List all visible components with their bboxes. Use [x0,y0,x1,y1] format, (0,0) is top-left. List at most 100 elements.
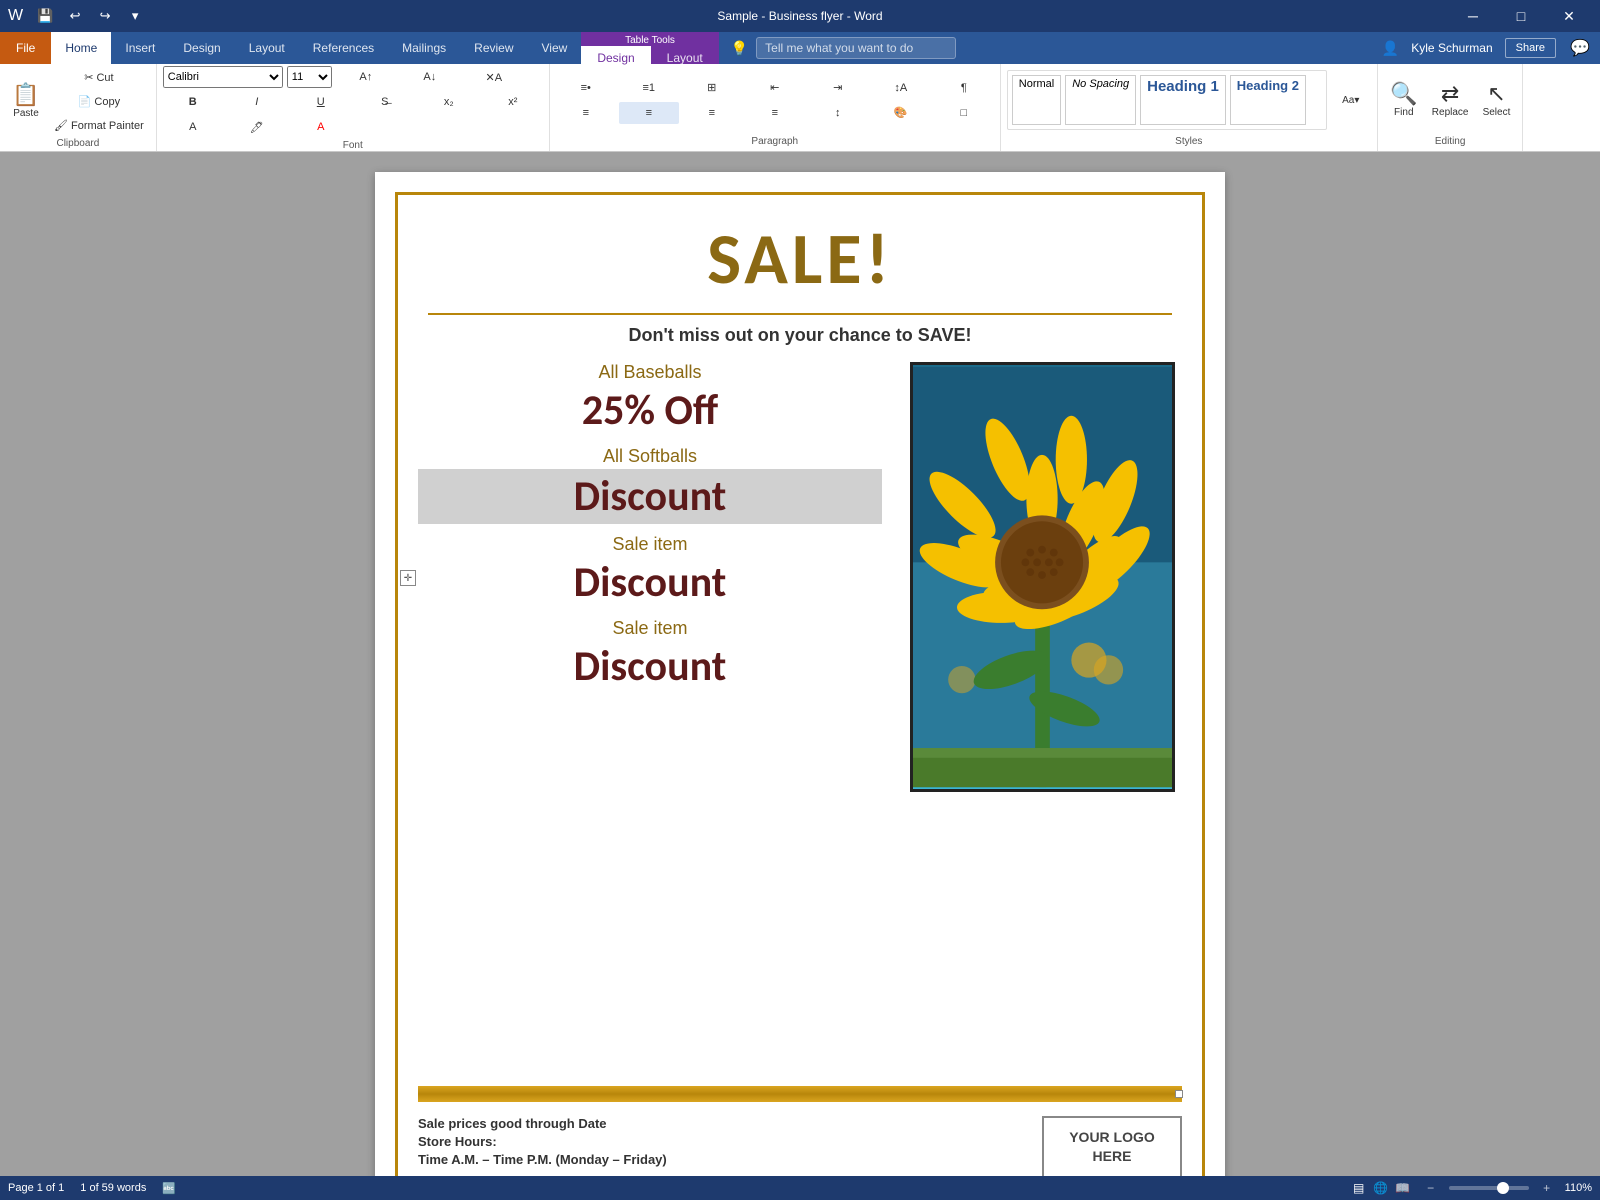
tab-review[interactable]: Review [460,32,527,64]
font-label: Font [163,138,543,153]
flyer-title[interactable]: SALE! [418,215,1182,303]
highlight-button[interactable]: 🖊 [227,116,287,138]
save-button[interactable]: 💾 [33,4,57,28]
find-button[interactable]: 🔍 Find [1384,66,1424,134]
web-layout-button[interactable]: 🌐 [1371,1178,1391,1198]
tab-home[interactable]: Home [51,32,111,64]
zoom-out-button[interactable]: − [1421,1178,1441,1198]
find-icon: 🔍 [1390,83,1417,105]
customize-qa-button[interactable]: ▾ [123,4,147,28]
tell-me-input[interactable] [756,37,956,59]
flyer-image-column [902,362,1182,1072]
paste-button[interactable]: 📋 Paste [6,67,46,135]
comments-button[interactable]: 💬 [1568,36,1592,60]
print-layout-button[interactable]: ▤ [1349,1178,1369,1198]
word-count[interactable]: 1 of 59 words [80,1182,146,1194]
format-painter-button[interactable]: 🖌 Format Painter [48,114,150,136]
minimize-button[interactable]: ─ [1450,0,1496,32]
read-mode-button[interactable]: 📖 [1393,1178,1413,1198]
footer-line2: Store Hours: [418,1134,1042,1149]
numbering-button[interactable]: ≡1 [619,77,679,99]
tab-references[interactable]: References [299,32,388,64]
bullets-button[interactable]: ≡• [556,77,616,99]
tab-insert[interactable]: Insert [111,32,169,64]
tab-view[interactable]: View [528,32,582,64]
table-move-handle[interactable]: ✛ [400,570,416,586]
style-heading2[interactable]: Heading 2 [1230,75,1306,125]
sale-item-4-value[interactable]: Discount [418,641,882,692]
sale-item-3-value[interactable]: Discount [418,557,882,608]
copy-button[interactable]: 📄 Copy [48,90,150,112]
replace-button[interactable]: ⇄ Replace [1426,66,1475,134]
subscript-button[interactable]: x₂ [419,91,479,113]
change-styles-icon: Aа▾ [1342,95,1359,106]
grow-font-button[interactable]: A↑ [336,66,396,88]
tab-file[interactable]: File [0,32,51,64]
page-indicator[interactable]: Page 1 of 1 [8,1182,64,1194]
decrease-indent-button[interactable]: ⇤ [745,77,805,99]
bold-button[interactable]: B [163,91,223,113]
sale-item-4-label: Sale item [418,618,882,639]
restore-button[interactable]: □ [1498,0,1544,32]
sale-item-2: All Softballs Discount [418,446,882,524]
redo-button[interactable]: ↪ [93,4,117,28]
logo-text: YOUR LOGO HERE [1054,1128,1170,1167]
text-effects-button[interactable]: A [163,116,223,138]
italic-button[interactable]: I [227,91,287,113]
tab-mailings[interactable]: Mailings [388,32,460,64]
style-heading1[interactable]: Heading 1 [1140,75,1226,125]
styles-gallery[interactable]: Normal No Spacing Heading 1 Heading 2 [1007,70,1327,130]
sale-item-1-value[interactable]: 25% Off [418,385,882,436]
shrink-font-button[interactable]: A↓ [400,66,460,88]
borders-button[interactable]: □ [934,102,994,124]
align-right-button[interactable]: ≡ [682,102,742,124]
share-button[interactable]: Share [1505,38,1556,58]
style-normal[interactable]: Normal [1012,75,1061,125]
cut-button[interactable]: ✂ Cut [48,66,150,88]
sunflower-image[interactable] [910,362,1175,792]
tab-design[interactable]: Design [169,32,234,64]
underline-button[interactable]: U [291,91,351,113]
increase-indent-button[interactable]: ⇥ [808,77,868,99]
sale-item-2-value[interactable]: Discount [418,469,882,524]
multilevel-list-button[interactable]: ⊞ [682,77,742,99]
status-right: ▤ 🌐 📖 − + 110% [1349,1178,1592,1198]
editing-group: 🔍 Find ⇄ Replace ↖ Select Editing [1378,64,1524,151]
font-family-select[interactable]: Calibri [163,66,283,88]
strikethrough-button[interactable]: S̶ [355,91,415,113]
paragraph-label: Paragraph [556,134,994,149]
align-left-button[interactable]: ≡ [556,102,616,124]
close-button[interactable]: ✕ [1546,0,1592,32]
font-size-select[interactable]: 11 [287,66,332,88]
superscript-button[interactable]: x² [483,91,543,113]
font-group: Calibri 11 A↑ A↓ ✕A B I U S̶ [157,64,550,151]
logo-placeholder[interactable]: YOUR LOGO HERE [1042,1116,1182,1176]
sale-item-3-label: Sale item [418,534,882,555]
change-styles-button[interactable]: Aа▾ [1331,70,1371,130]
select-button[interactable]: ↖ Select [1476,66,1516,134]
sale-item-2-label: All Softballs [418,446,882,467]
styles-group: Normal No Spacing Heading 1 Heading 2 Aа… [1001,64,1378,151]
sale-item-3: Sale item Discount [418,534,882,608]
line-spacing-button[interactable]: ↕ [808,102,868,124]
status-left: Page 1 of 1 1 of 59 words 🔤 [8,1182,176,1195]
editing-label: Editing [1384,134,1517,149]
undo-button[interactable]: ↩ [63,4,87,28]
zoom-in-button[interactable]: + [1537,1178,1557,1198]
select-icon: ↖ [1487,83,1505,105]
font-color-button[interactable]: A [291,116,351,138]
justify-button[interactable]: ≡ [745,102,805,124]
sort-button[interactable]: ↕A [871,77,931,99]
show-marks-button[interactable]: ¶ [934,77,994,99]
resize-handle[interactable] [1175,1090,1183,1098]
paste-icon: 📋 [12,84,39,106]
style-no-spacing[interactable]: No Spacing [1065,75,1136,125]
align-center-button[interactable]: ≡ [619,102,679,124]
flyer-subtitle[interactable]: Don't miss out on your chance to SAVE! [418,325,1182,346]
tab-layout[interactable]: Layout [235,32,299,64]
clear-format-button[interactable]: ✕A [464,66,524,88]
shading-button[interactable]: 🎨 [871,102,931,124]
zoom-level[interactable]: 110% [1565,1182,1592,1194]
zoom-slider[interactable] [1449,1186,1529,1190]
gold-bar [418,1086,1182,1102]
